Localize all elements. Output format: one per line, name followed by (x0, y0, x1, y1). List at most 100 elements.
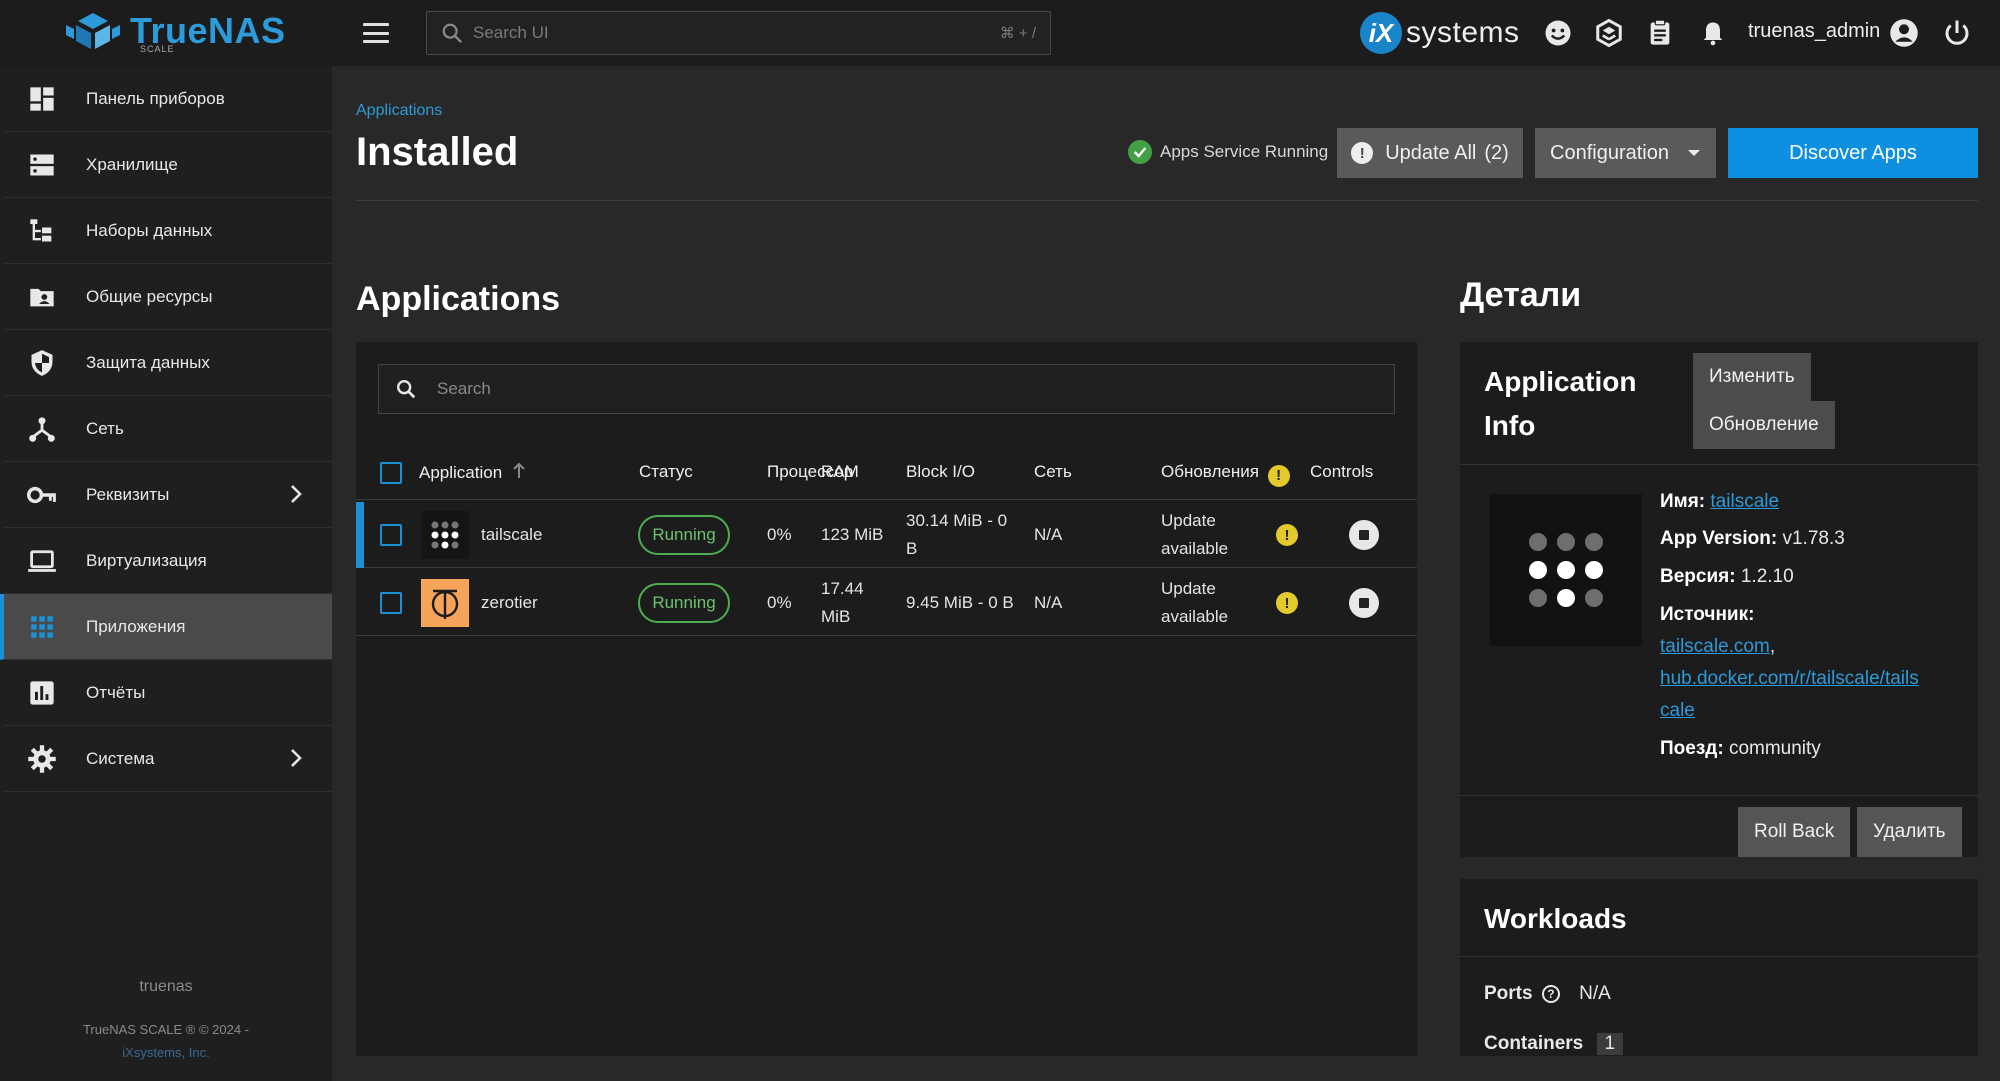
page-title: Installed (356, 130, 519, 174)
hamburger-menu-icon[interactable] (360, 18, 392, 48)
column-status[interactable]: Статус (639, 462, 693, 482)
sidebar-item-label: Общие ресурсы (86, 286, 213, 306)
sidebar-item-data-protection[interactable]: Защита данных (4, 330, 332, 396)
sidebar-item-virtualization[interactable]: Виртуализация (4, 528, 332, 594)
column-application[interactable]: Application (419, 462, 527, 483)
ram-line: MiB (821, 607, 851, 626)
power-icon[interactable] (1941, 17, 1973, 49)
jobs-clipboard-icon[interactable] (1644, 17, 1676, 49)
workloads-title: Workloads (1484, 903, 1627, 934)
configuration-dropdown[interactable]: Configuration (1535, 128, 1716, 178)
apps-search-input[interactable]: Search (378, 364, 1395, 414)
global-search-input[interactable]: Search UI ⌘ + / (426, 11, 1051, 55)
app-name[interactable]: zerotier (481, 589, 538, 617)
name-link[interactable]: tailscale (1710, 491, 1779, 512)
sidebar-item-storage[interactable]: Хранилище (4, 132, 332, 198)
storage-icon (26, 149, 58, 181)
stop-icon (1359, 530, 1369, 540)
column-network[interactable]: Сеть (1034, 462, 1072, 482)
ram-value: 123 MiB (821, 525, 884, 544)
top-bar: TrueNAS SCALE Search UI ⌘ + / iX systems… (0, 0, 2000, 66)
column-updates[interactable]: Обновления ! (1161, 462, 1290, 487)
discover-apps-button[interactable]: Discover Apps (1728, 128, 1978, 178)
alert-circle-icon: ! (1351, 142, 1374, 164)
sidebar-item-apps[interactable]: Приложения (0, 594, 332, 660)
update-all-button[interactable]: ! Update All (2) (1337, 128, 1523, 178)
block-io-line: 30.14 MiB - 0 (906, 511, 1008, 530)
datasets-icon (26, 215, 58, 247)
truecommand-icon[interactable] (1593, 17, 1625, 49)
application-info-card: Application Info Изменить Обновление Имя… (1460, 342, 1978, 857)
train-label: Поезд: (1660, 738, 1724, 759)
truenas-logo-icon (66, 13, 120, 49)
username[interactable]: truenas_admin (1748, 20, 1880, 43)
column-block-io[interactable]: Block I/O (906, 462, 975, 482)
source-link-2-line[interactable]: hub.docker.com/r/tailscale/tails (1660, 663, 1919, 695)
workloads-card: Workloads Ports ? N/A Containers 1 (1460, 879, 1978, 1056)
ports-line: Ports ? N/A (1484, 983, 1611, 1005)
sidebar-item-shares[interactable]: Общие ресурсы (4, 264, 332, 330)
sidebar-item-label: Сеть (86, 418, 124, 438)
sidebar-item-label: Защита данных (86, 352, 210, 372)
column-ram[interactable]: RAM (821, 462, 859, 482)
help-icon[interactable]: ? (1541, 985, 1560, 1003)
source-link-1-line: tailscale.com, (1660, 631, 1775, 663)
update-status-line: Update (1161, 511, 1216, 530)
delete-button[interactable]: Удалить (1857, 807, 1962, 857)
source-link-2[interactable]: hub.docker.com/r/tailscale/tails cale (1660, 663, 1919, 727)
update-button[interactable]: Обновление (1693, 401, 1835, 449)
brand-edition: SCALE (140, 44, 175, 54)
containers-label: Containers (1484, 1033, 1584, 1054)
sidebar-item-dashboard[interactable]: Панель приборов (4, 66, 332, 132)
update-status: Update available (1161, 507, 1228, 563)
sidebar-item-label: Хранилище (86, 154, 178, 174)
source-link-2-line[interactable]: cale (1660, 695, 1919, 727)
header-divider (356, 200, 1978, 201)
sidebar-item-credentials[interactable]: Реквизиты (4, 462, 332, 528)
sidebar-item-reports[interactable]: Отчёты (4, 660, 332, 726)
stop-app-button[interactable] (1349, 520, 1379, 550)
table-row[interactable]: tailscale Running 0% 123 MiB 30.14 MiB -… (356, 502, 1417, 568)
ix-logo-text: systems (1406, 16, 1520, 49)
breadcrumb[interactable]: Applications (356, 102, 442, 120)
workloads-divider (1460, 956, 1978, 957)
ixsystems-logo[interactable]: iX systems (1360, 12, 1520, 54)
company-link[interactable]: iXsystems, Inc. (0, 1041, 332, 1064)
app-version-value: v1.78.3 (1782, 528, 1845, 549)
key-icon (26, 479, 58, 511)
table-row[interactable]: zerotier Running 0% 17.44 MiB 9.45 MiB -… (356, 570, 1417, 636)
sidebar-item-system[interactable]: Система (4, 726, 332, 792)
reports-icon (26, 677, 58, 709)
train-value: community (1728, 738, 1821, 759)
sidebar-item-datasets[interactable]: Наборы данных (4, 198, 332, 264)
truenas-logo[interactable]: TrueNAS SCALE (64, 10, 286, 54)
search-placeholder: Search UI (473, 23, 549, 42)
notifications-bell-icon[interactable] (1697, 17, 1729, 49)
sidebar-item-network[interactable]: Сеть (4, 396, 332, 462)
source-link-1[interactable]: tailscale.com (1660, 636, 1770, 657)
status-badge: Running (638, 515, 730, 555)
user-account-icon[interactable] (1888, 17, 1920, 49)
hostname: truenas (139, 978, 193, 995)
sort-arrow-up-icon (513, 462, 525, 478)
app-name-line: Имя: tailscale (1660, 486, 1779, 518)
select-all-checkbox[interactable] (380, 462, 402, 484)
stop-icon (1359, 598, 1369, 608)
network-icon (26, 413, 58, 445)
row-checkbox[interactable] (380, 524, 402, 546)
feedback-icon[interactable] (1542, 17, 1574, 49)
discover-apps-label: Discover Apps (1789, 141, 1917, 164)
app-name[interactable]: tailscale (481, 521, 542, 549)
copyright-text: TrueNAS SCALE ® © 2024 - (82, 1022, 250, 1037)
edit-button[interactable]: Изменить (1693, 353, 1811, 401)
row-checkbox[interactable] (380, 592, 402, 614)
update-status-line: Update (1161, 579, 1216, 598)
stop-app-button[interactable] (1349, 588, 1379, 618)
rollback-button[interactable]: Roll Back (1738, 807, 1851, 857)
cpu-value: 0% (767, 525, 792, 544)
ram-value: 17.44 MiB (821, 575, 864, 631)
app-version-label: App Version: (1660, 528, 1778, 549)
search-shortcut: ⌘ + / (999, 25, 1036, 42)
containers-line: Containers 1 (1484, 1033, 1624, 1055)
search-icon (442, 23, 463, 44)
